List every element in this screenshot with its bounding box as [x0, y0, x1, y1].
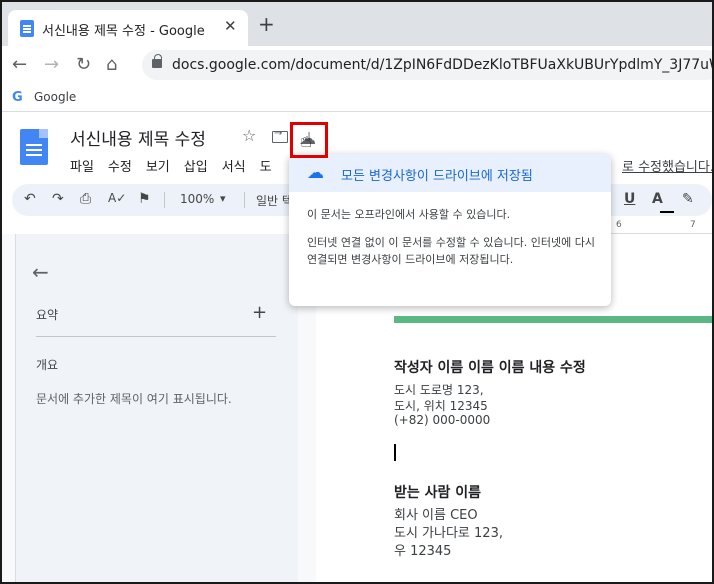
address-row: ← → ↻ ⌂ docs.google.com/document/d/1ZpIN…: [2, 46, 712, 84]
summary-label: 요약: [36, 308, 59, 322]
offline-description-text: 인터넷 연결 없이 이 문서를 수정할 수 있습니다. 인터넷에 다시 연결되면…: [307, 236, 595, 266]
toolbar-divider: [164, 192, 165, 208]
undo-icon[interactable]: ↶: [24, 191, 36, 207]
author-phone[interactable]: (+82) 000-0000: [394, 413, 490, 427]
forward-button[interactable]: →: [44, 54, 59, 75]
save-status-text: 모든 변경사항이 드라이브에 저장됨: [341, 169, 533, 184]
hand-cursor-icon: ☝: [300, 128, 313, 152]
author-address-line1[interactable]: 도시 도로명 123,: [394, 381, 484, 398]
zoom-select[interactable]: 100%: [180, 192, 214, 206]
paint-format-icon[interactable]: ⚑: [138, 191, 151, 207]
outline-divider: [36, 336, 276, 337]
bookmark-google[interactable]: Google: [34, 90, 76, 104]
highlight-icon[interactable]: ✎: [682, 191, 694, 207]
recipient-address[interactable]: 도시 가나다로 123,: [394, 522, 503, 541]
outline-heading-label: 개요: [36, 358, 59, 372]
outline-hint: 문서에 추가한 제목이 여기 표시됩니다.: [36, 392, 232, 406]
document-title[interactable]: 서신내용 제목 수정: [70, 125, 206, 150]
style-select[interactable]: 일반 텍: [256, 192, 293, 209]
browser-tabstrip: 서신내용 제목 수정 - Google Docs ✕ +: [2, 2, 712, 46]
author-address-line2[interactable]: 도시, 위치 12345: [394, 397, 488, 414]
cloud-done-icon: ☁: [307, 163, 324, 183]
ruler-number: 6: [616, 220, 622, 230]
close-outline-icon[interactable]: ←: [32, 260, 49, 284]
text-color-icon[interactable]: A: [652, 191, 663, 207]
menu-view[interactable]: 보기: [146, 156, 170, 175]
recipient-zip[interactable]: 우 12345: [394, 540, 451, 559]
offline-available-text: 이 문서는 오프라인에서 사용할 수 있습니다.: [307, 208, 511, 221]
star-icon[interactable]: ☆: [242, 126, 256, 145]
save-status-popup: ☁ 모든 변경사항이 드라이브에 저장됨 이 문서는 오프라인에서 사용할 수 …: [289, 154, 611, 306]
text-cursor: [394, 444, 396, 461]
author-heading[interactable]: 작성자 이름 이름 이름 내용 수정: [394, 357, 586, 377]
recipient-company[interactable]: 회사 이름 CEO: [394, 504, 478, 523]
docs-favicon-icon: [20, 20, 34, 37]
menu-format[interactable]: 서식: [222, 156, 246, 175]
move-folder-icon[interactable]: [272, 128, 288, 143]
menu-insert[interactable]: 삽입: [184, 156, 208, 175]
lock-icon: [152, 54, 162, 68]
outline-panel: ← 요약 + 개요 문서에 추가한 제목이 여기 표시됩니다.: [16, 234, 298, 582]
new-tab-button[interactable]: +: [258, 14, 275, 34]
text-color-swatch: [660, 211, 674, 213]
close-tab-icon[interactable]: ✕: [224, 17, 237, 35]
screenshot-frame: 서신내용 제목 수정 - Google Docs ✕ + ← → ↻ ⌂ doc…: [0, 0, 714, 584]
url-text[interactable]: docs.google.com/document/d/1ZpIN6FdDDezK…: [172, 57, 712, 73]
menu-bar: 파일 수정 보기 삽입 서식 도: [70, 156, 286, 175]
toolbar-divider: [244, 192, 245, 208]
add-summary-button[interactable]: +: [252, 302, 267, 323]
popup-header: ☁ 모든 변경사항이 드라이브에 저장됨: [289, 154, 611, 192]
print-icon[interactable]: ⎙: [80, 191, 91, 207]
zoom-caret-icon[interactable]: ▾: [220, 192, 226, 205]
recipient-heading[interactable]: 받는 사람 이름: [394, 482, 481, 502]
browser-tab[interactable]: 서신내용 제목 수정 - Google Docs ✕: [8, 10, 248, 46]
bookmarks-bar: G Google: [2, 84, 712, 112]
address-bar[interactable]: docs.google.com/document/d/1ZpIN6FdDDezK…: [142, 50, 712, 80]
reload-button[interactable]: ↻: [76, 54, 91, 75]
google-icon: G: [12, 90, 23, 105]
spellcheck-icon[interactable]: A✓: [108, 191, 126, 205]
back-button[interactable]: ←: [12, 54, 27, 75]
menu-tools[interactable]: 도: [260, 156, 272, 175]
header-accent-bar: [394, 316, 712, 323]
underline-icon[interactable]: U: [624, 191, 635, 207]
home-button[interactable]: ⌂: [106, 54, 117, 75]
menu-edit[interactable]: 수정: [108, 156, 132, 175]
menu-file[interactable]: 파일: [70, 156, 94, 175]
redo-icon[interactable]: ↷: [52, 191, 64, 207]
ruler-number: 7: [690, 220, 696, 230]
vertical-ruler: [2, 234, 16, 582]
last-edit-link[interactable]: 로 수정했습니다.: [622, 156, 712, 175]
docs-logo-icon[interactable]: [20, 129, 48, 165]
tab-title: 서신내용 제목 수정 - Google Docs: [42, 24, 210, 39]
